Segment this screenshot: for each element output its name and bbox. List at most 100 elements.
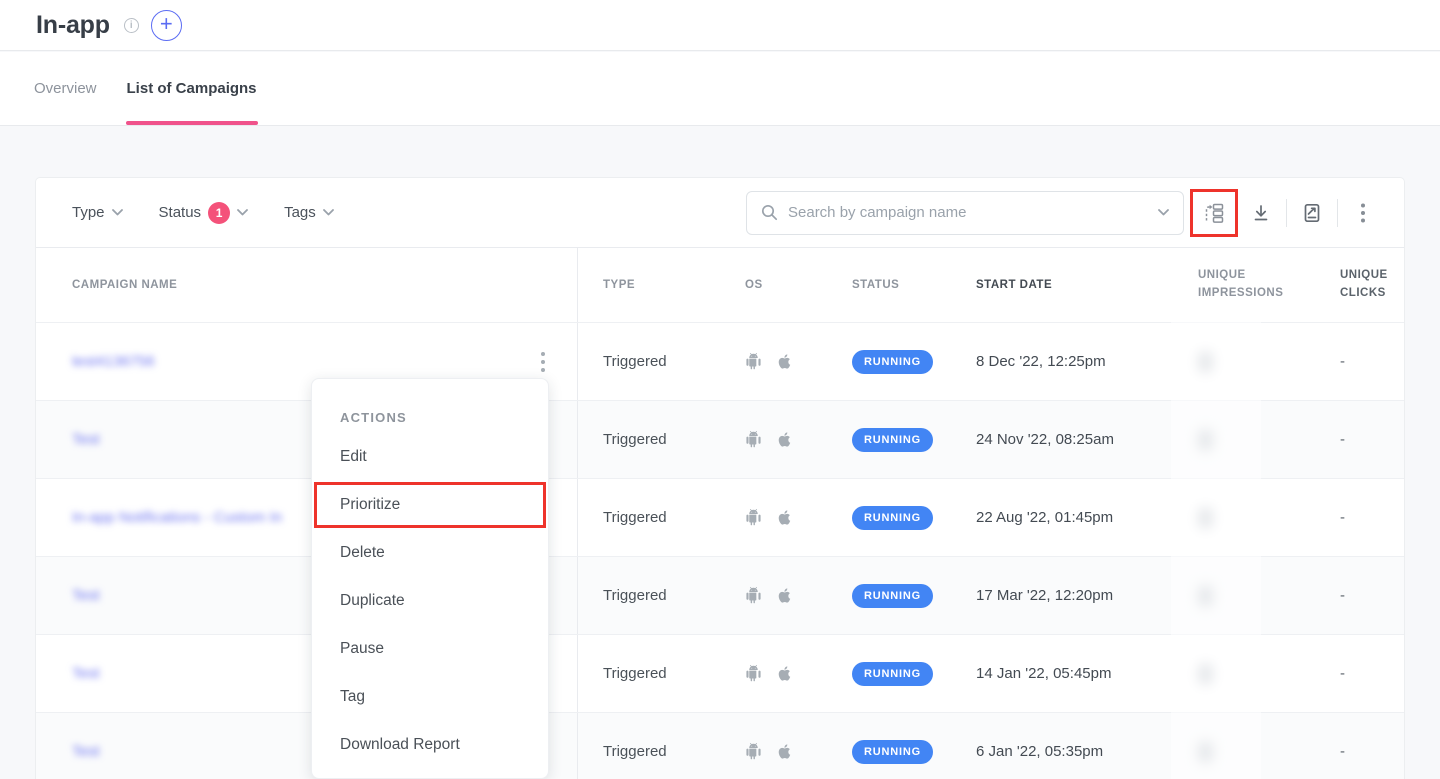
campaign-name-link[interactable]: Test <box>72 431 100 448</box>
android-icon <box>745 353 762 370</box>
table-row[interactable]: Test Triggered RUNNING 24 Nov '22, 08:25… <box>36 400 1404 478</box>
impressions-redacted-value <box>1198 585 1213 607</box>
status-badge: RUNNING <box>852 740 933 764</box>
campaign-name-link[interactable]: In-app Notifications - Custom In <box>72 509 282 526</box>
start-date: 14 Jan '22, 05:45pm <box>960 635 1170 712</box>
actions-menu-item-duplicate[interactable]: Duplicate <box>312 577 548 625</box>
actions-menu: ACTIONS Edit Prioritize Delete Duplicate… <box>311 378 549 779</box>
table-row[interactable]: Test Triggered RUNNING 6 Jan '22, 05:35p… <box>36 712 1404 779</box>
tags-filter[interactable]: Tags <box>284 204 334 221</box>
campaign-type: Triggered <box>578 479 720 556</box>
actions-menu-item-download-report[interactable]: Download Report <box>312 721 548 769</box>
campaign-name-link[interactable]: Test <box>72 743 100 760</box>
tab-bar: Overview List of Campaigns <box>0 52 1440 126</box>
search-box[interactable] <box>746 191 1184 235</box>
start-date: 22 Aug '22, 01:45pm <box>960 479 1170 556</box>
chevron-down-icon <box>323 209 334 216</box>
actions-menu-item-prioritize[interactable]: Prioritize <box>312 481 548 529</box>
android-icon <box>745 509 762 526</box>
search-input[interactable] <box>788 204 1148 221</box>
column-status: STATUS <box>830 248 960 322</box>
android-icon <box>745 587 762 604</box>
tab-list-of-campaigns[interactable]: List of Campaigns <box>127 52 257 125</box>
column-type: TYPE <box>578 248 720 322</box>
start-date: 24 Nov '22, 08:25am <box>960 401 1170 478</box>
impressions-redacted-value <box>1198 507 1213 529</box>
filter-group: Type Status 1 Tags <box>72 202 334 224</box>
impressions-redacted-value <box>1198 741 1213 763</box>
status-filter[interactable]: Status 1 <box>159 202 249 224</box>
android-icon <box>745 743 762 760</box>
type-filter-label: Type <box>72 204 105 221</box>
tab-overview[interactable]: Overview <box>34 52 97 125</box>
campaign-type: Triggered <box>578 557 720 634</box>
start-date: 17 Mar '22, 12:20pm <box>960 557 1170 634</box>
filter-bar: Type Status 1 Tags <box>36 178 1404 248</box>
unique-clicks: - <box>1300 479 1404 556</box>
info-icon[interactable]: i <box>124 18 139 33</box>
row-actions-kebab-icon[interactable] <box>537 348 549 376</box>
status-filter-count-badge: 1 <box>208 202 230 224</box>
unique-impressions-cell <box>1170 635 1300 712</box>
android-icon <box>745 665 762 682</box>
unique-clicks: - <box>1300 401 1404 478</box>
status-cell: RUNNING <box>830 401 960 478</box>
apple-icon <box>776 509 793 526</box>
campaign-type: Triggered <box>578 401 720 478</box>
unique-clicks: - <box>1300 635 1404 712</box>
apple-icon <box>776 665 793 682</box>
priority-icon[interactable] <box>1193 192 1235 234</box>
os-cell <box>720 401 830 478</box>
toolbar-divider <box>1337 199 1338 227</box>
campaign-type: Triggered <box>578 635 720 712</box>
column-os: OS <box>720 248 830 322</box>
tags-filter-label: Tags <box>284 204 316 221</box>
status-badge: RUNNING <box>852 350 933 374</box>
type-filter[interactable]: Type <box>72 204 123 221</box>
android-icon <box>745 431 762 448</box>
apple-icon <box>776 431 793 448</box>
priority-highlight-box <box>1190 189 1238 237</box>
campaign-name-link[interactable]: Test <box>72 665 100 682</box>
unique-clicks: - <box>1300 557 1404 634</box>
table-row[interactable]: Test Triggered RUNNING 14 Jan '22, 05:45… <box>36 634 1404 712</box>
table-row[interactable]: In-app Notifications - Custom In Trigger… <box>36 478 1404 556</box>
create-campaign-button[interactable]: + <box>151 10 182 41</box>
status-badge: RUNNING <box>852 662 933 686</box>
impressions-redacted-value <box>1198 429 1213 451</box>
campaign-type: Triggered <box>578 713 720 779</box>
status-filter-label: Status <box>159 204 202 221</box>
actions-menu-title: ACTIONS <box>312 401 548 433</box>
campaign-name-link[interactable]: test4136756 <box>72 353 155 370</box>
unique-impressions-cell <box>1170 557 1300 634</box>
impressions-redacted-value <box>1198 663 1213 685</box>
actions-menu-item-pause[interactable]: Pause <box>312 625 548 673</box>
os-cell <box>720 323 830 400</box>
chevron-down-icon <box>237 209 248 216</box>
os-cell <box>720 713 830 779</box>
unique-clicks: - <box>1300 323 1404 400</box>
actions-menu-item-delete[interactable]: Delete <box>312 529 548 577</box>
table-header: CAMPAIGN NAME TYPE OS STATUS START DATE … <box>36 248 1404 322</box>
download-icon[interactable] <box>1238 190 1284 236</box>
unique-impressions-cell <box>1170 323 1300 400</box>
report-icon[interactable] <box>1289 190 1335 236</box>
unique-impressions-cell <box>1170 713 1300 779</box>
campaigns-page: In-app i + Overview List of Campaigns Ty… <box>0 0 1440 779</box>
status-cell: RUNNING <box>830 713 960 779</box>
campaign-type: Triggered <box>578 323 720 400</box>
apple-icon <box>776 587 793 604</box>
table-row[interactable]: test4136756 Triggered RUNNING 8 Dec '22,… <box>36 322 1404 400</box>
actions-menu-item-tag[interactable]: Tag <box>312 673 548 721</box>
more-options-icon[interactable] <box>1340 190 1386 236</box>
status-cell: RUNNING <box>830 479 960 556</box>
os-cell <box>720 635 830 712</box>
start-date: 8 Dec '22, 12:25pm <box>960 323 1170 400</box>
actions-menu-item-edit[interactable]: Edit <box>312 433 548 481</box>
unique-clicks: - <box>1300 713 1404 779</box>
campaign-name-link[interactable]: Test <box>72 587 100 604</box>
table-row[interactable]: Test Triggered RUNNING 17 Mar '22, 12:20… <box>36 556 1404 634</box>
status-cell: RUNNING <box>830 323 960 400</box>
column-campaign-name: CAMPAIGN NAME <box>36 248 578 322</box>
apple-icon <box>776 743 793 760</box>
